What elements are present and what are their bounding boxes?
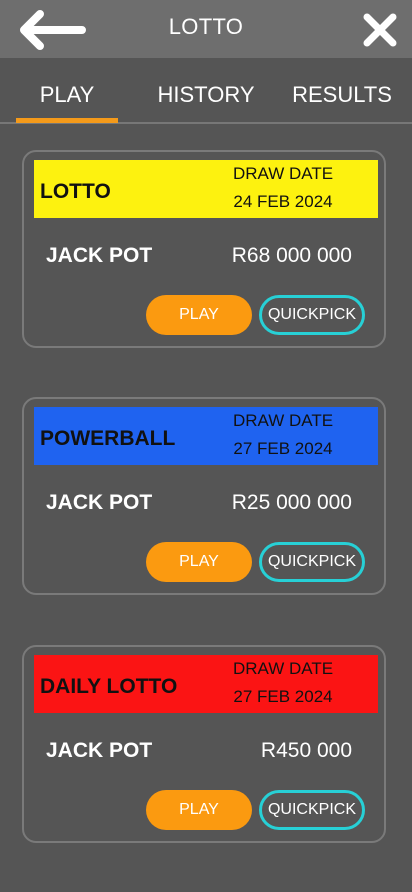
jackpot-amount: R25 000 000 xyxy=(231,491,352,514)
jackpot-amount: R450 000 xyxy=(260,739,352,762)
jackpot-label: JACK POT xyxy=(46,739,153,762)
draw-date-label: DRAW DATE xyxy=(232,659,334,678)
game-card-daily-lotto: DAILY LOTTO DRAW DATE 27 FEB 2024 JACK P… xyxy=(22,645,386,843)
tab-bar: PLAY HISTORY RESULTS xyxy=(0,72,412,124)
play-button[interactable]: PLAY xyxy=(146,542,252,582)
jackpot-amount: R68 000 000 xyxy=(231,244,352,267)
play-button[interactable]: PLAY xyxy=(146,295,252,335)
tab-results[interactable]: RESULTS xyxy=(292,82,392,108)
active-tab-indicator xyxy=(16,118,118,123)
tab-history[interactable]: HISTORY xyxy=(150,82,262,108)
quickpick-button[interactable]: QUICKPICK xyxy=(259,295,365,335)
page-title: LOTTO xyxy=(168,14,244,39)
quickpick-button[interactable]: QUICKPICK xyxy=(259,542,365,582)
close-button[interactable] xyxy=(362,12,398,48)
jackpot-label: JACK POT xyxy=(46,244,153,267)
quickpick-button[interactable]: QUICKPICK xyxy=(259,790,365,830)
draw-date: 27 FEB 2024 xyxy=(233,687,333,706)
game-name: LOTTO xyxy=(40,180,111,203)
game-name: POWERBALL xyxy=(40,427,176,450)
game-card-lotto: LOTTO DRAW DATE 24 FEB 2024 JACK POT R68… xyxy=(22,150,386,348)
jackpot-label: JACK POT xyxy=(46,491,153,514)
draw-date: 24 FEB 2024 xyxy=(233,192,333,211)
draw-date-label: DRAW DATE xyxy=(232,411,334,430)
close-icon xyxy=(363,13,397,47)
play-button[interactable]: PLAY xyxy=(146,790,252,830)
draw-date: 27 FEB 2024 xyxy=(233,439,333,458)
tab-play[interactable]: PLAY xyxy=(16,82,118,108)
game-name: DAILY LOTTO xyxy=(40,675,178,698)
game-banner: POWERBALL DRAW DATE 27 FEB 2024 xyxy=(34,407,378,465)
draw-date-label: DRAW DATE xyxy=(232,164,334,183)
game-banner: LOTTO DRAW DATE 24 FEB 2024 xyxy=(34,160,378,218)
game-banner: DAILY LOTTO DRAW DATE 27 FEB 2024 xyxy=(34,655,378,713)
game-card-powerball: POWERBALL DRAW DATE 27 FEB 2024 JACK POT… xyxy=(22,397,386,595)
top-bar: LOTTO xyxy=(0,0,412,58)
